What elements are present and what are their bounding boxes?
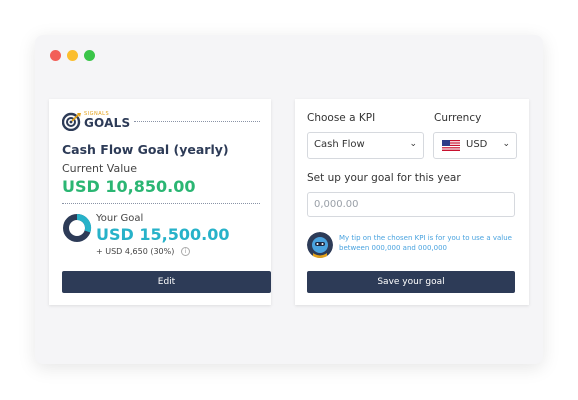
app-window: SIGNALS GOALS Cash Flow Goal (yearly) Cu… — [35, 35, 543, 364]
assistant-avatar-icon — [307, 232, 333, 258]
goal-value: USD 15,500.00 — [96, 225, 230, 244]
kpi-selected-value: Cash Flow — [314, 139, 365, 150]
logo: SIGNALS GOALS — [62, 111, 260, 131]
close-dot[interactable] — [50, 50, 61, 61]
divider — [134, 121, 260, 122]
chevron-down-icon: ⌄ — [409, 139, 417, 149]
kpi-select[interactable]: Cash Flow ⌄ — [307, 132, 424, 159]
info-icon[interactable]: i — [180, 247, 190, 256]
target-logo-icon — [62, 112, 81, 131]
current-value-label: Current Value — [62, 162, 138, 175]
tip-text: My tip on the chosen KPI is for you to u… — [339, 234, 512, 252]
us-flag-icon — [442, 140, 460, 151]
your-goal-label: Your Goal — [96, 213, 144, 224]
chevron-down-icon: ⌄ — [502, 139, 510, 149]
goal-delta: + USD 4,650 (30%) i — [96, 247, 190, 256]
currency-label: Currency — [434, 112, 482, 124]
goal-ring-icon — [63, 213, 92, 242]
goal-summary-card: SIGNALS GOALS Cash Flow Goal (yearly) Cu… — [49, 99, 271, 305]
maximize-dot[interactable] — [84, 50, 95, 61]
currency-selected-value: USD — [466, 139, 488, 150]
save-goal-button[interactable]: Save your goal — [307, 271, 515, 293]
goal-setup-card: Choose a KPI Currency Cash Flow ⌄ USD ⌄ … — [295, 99, 529, 305]
goal-input-label: Set up your goal for this year — [307, 172, 461, 184]
kpi-label: Choose a KPI — [307, 112, 376, 124]
edit-button[interactable]: Edit — [62, 271, 271, 293]
currency-select[interactable]: USD ⌄ — [433, 132, 517, 159]
minimize-dot[interactable] — [67, 50, 78, 61]
goal-input[interactable]: 0,000.00 — [307, 192, 515, 217]
divider — [62, 203, 260, 204]
goal-title: Cash Flow Goal (yearly) — [62, 142, 229, 157]
goal-delta-text: + USD 4,650 (30%) — [96, 247, 175, 256]
current-value: USD 10,850.00 — [62, 177, 196, 196]
logo-text: GOALS — [84, 116, 131, 130]
